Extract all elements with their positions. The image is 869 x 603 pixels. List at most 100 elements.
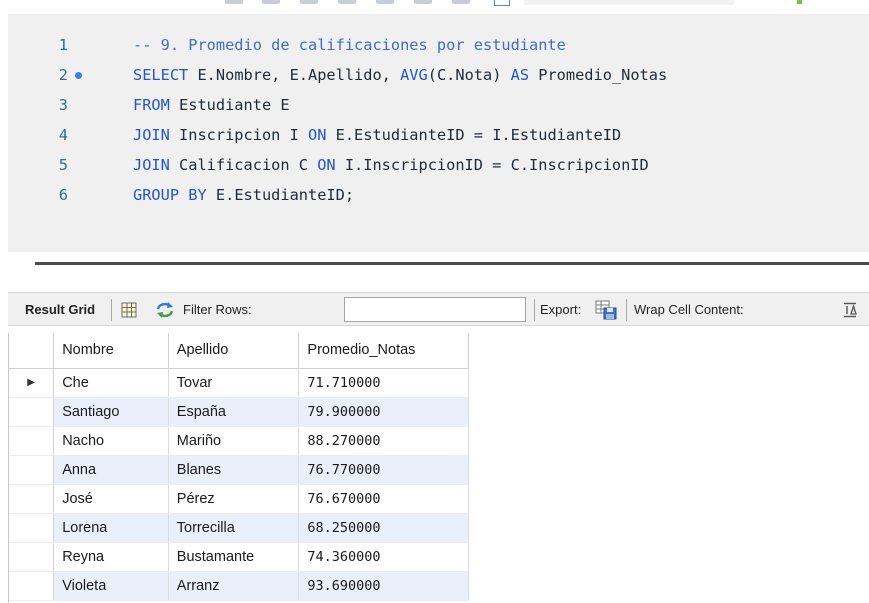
table-cell[interactable]: Pérez bbox=[168, 484, 300, 514]
code-text: SELECT E.Nombre, E.Apellido, AVG(C.Nota)… bbox=[133, 60, 667, 90]
table-cell[interactable]: Santiago bbox=[53, 397, 169, 427]
line-number: 2 bbox=[58, 66, 68, 84]
toolbar-button[interactable] bbox=[262, 0, 280, 4]
line-number: 4 bbox=[58, 126, 68, 144]
table-cell[interactable]: Reyna bbox=[53, 542, 169, 572]
result-grid-tab[interactable]: Result Grid bbox=[25, 293, 95, 327]
table-cell[interactable]: España bbox=[168, 397, 300, 427]
row-selector[interactable] bbox=[9, 397, 55, 427]
toolbar-status-icon bbox=[797, 0, 802, 4]
code-text: FROM Estudiante E bbox=[133, 90, 290, 120]
toolbar-button[interactable] bbox=[376, 0, 394, 4]
row-selector[interactable] bbox=[9, 571, 55, 601]
sql-comment: -- 9. Promedio de calificaciones por est… bbox=[133, 36, 566, 54]
row-selector-header[interactable] bbox=[9, 333, 55, 369]
toolbar-toggle[interactable] bbox=[494, 0, 510, 6]
table-cell[interactable]: Tovar bbox=[168, 368, 300, 398]
current-statement-marker-icon bbox=[75, 72, 82, 79]
table-row[interactable]: Anna Blanes 76.770000 bbox=[9, 455, 469, 485]
sql-keyword: GROUP BY bbox=[133, 186, 207, 204]
toolbar-button[interactable] bbox=[225, 0, 243, 4]
export-label: Export: bbox=[540, 302, 582, 317]
table-cell[interactable]: Che bbox=[53, 368, 169, 398]
sql-token: I.InscripcionID = C.InscripcionID bbox=[335, 156, 649, 174]
toolbar-separator bbox=[111, 299, 112, 321]
toolbar-button[interactable] bbox=[338, 0, 356, 4]
table-cell[interactable]: 68.250000 bbox=[298, 513, 469, 543]
sql-keyword: JOIN bbox=[133, 156, 170, 174]
top-toolbar-cutoff bbox=[0, 0, 869, 14]
row-selector[interactable] bbox=[9, 426, 55, 456]
table-cell[interactable]: Arranz bbox=[168, 571, 300, 601]
column-header[interactable]: Nombre bbox=[53, 333, 169, 369]
sql-keyword: FROM bbox=[133, 96, 170, 114]
pane-splitter[interactable] bbox=[35, 262, 869, 265]
code-line[interactable]: 1 -- 9. Promedio de calificaciones por es… bbox=[8, 30, 869, 60]
row-selector[interactable] bbox=[9, 455, 55, 485]
code-line[interactable]: 5 JOIN Calificacion C ON I.InscripcionID … bbox=[8, 150, 869, 180]
table-cell[interactable]: 74.360000 bbox=[298, 542, 469, 572]
table-cell[interactable]: Torrecilla bbox=[168, 513, 300, 543]
sql-token: E.Nombre, E.Apellido, bbox=[188, 66, 401, 84]
table-cell[interactable]: Anna bbox=[53, 455, 169, 485]
sql-keyword: AS bbox=[510, 66, 530, 84]
sql-keyword: SELECT bbox=[133, 66, 189, 84]
table-row[interactable]: Reyna Bustamante 74.360000 bbox=[9, 542, 469, 572]
table-cell[interactable]: Violeta bbox=[53, 571, 169, 601]
table-row[interactable]: ▶ Che Tovar 71.710000 bbox=[9, 368, 469, 398]
table-row[interactable]: Lorena Torrecilla 68.250000 bbox=[9, 513, 469, 543]
row-selector[interactable] bbox=[9, 484, 55, 514]
table-cell[interactable]: 76.670000 bbox=[298, 484, 469, 514]
toolbar-button[interactable] bbox=[452, 0, 470, 4]
table-cell[interactable]: Nacho bbox=[53, 426, 169, 456]
row-selector[interactable] bbox=[9, 513, 55, 543]
sql-editor[interactable]: 1 -- 9. Promedio de calificaciones por es… bbox=[8, 14, 869, 252]
toolbar-button[interactable] bbox=[300, 0, 318, 4]
export-icon[interactable] bbox=[595, 293, 617, 327]
table-row[interactable]: José Pérez 76.670000 bbox=[9, 484, 469, 514]
wrap-cell-content-icon[interactable] bbox=[843, 293, 857, 327]
code-text: JOIN Calificacion C ON I.InscripcionID =… bbox=[133, 150, 649, 180]
filter-rows-input[interactable] bbox=[344, 297, 526, 322]
column-header[interactable]: Apellido bbox=[168, 333, 300, 369]
table-row[interactable]: Nacho Mariño 88.270000 bbox=[9, 426, 469, 456]
table-cell[interactable]: Lorena bbox=[53, 513, 169, 543]
code-line[interactable]: 6 GROUP BY E.EstudianteID; bbox=[8, 180, 869, 210]
table-cell[interactable]: Mariño bbox=[168, 426, 300, 456]
sql-token: Inscripcion I bbox=[169, 126, 308, 144]
table-row[interactable]: Violeta Arranz 93.690000 bbox=[9, 571, 469, 601]
table-cell[interactable]: 71.710000 bbox=[298, 368, 469, 398]
code-text: -- 9. Promedio de calificaciones por est… bbox=[133, 30, 566, 60]
refresh-icon[interactable] bbox=[155, 293, 175, 327]
table-cell[interactable]: José bbox=[53, 484, 169, 514]
row-selector[interactable]: ▶ bbox=[9, 368, 55, 398]
table-cell[interactable]: 76.770000 bbox=[298, 455, 469, 485]
table-cell[interactable]: 93.690000 bbox=[298, 571, 469, 601]
sql-token: (C.Nota) bbox=[427, 66, 511, 84]
toolbar-separator bbox=[534, 299, 535, 321]
sql-token: E.EstudianteID; bbox=[206, 186, 355, 204]
table-cell[interactable]: Blanes bbox=[168, 455, 300, 485]
column-header[interactable]: Promedio_Notas bbox=[298, 333, 469, 369]
code-line[interactable]: 2 SELECT E.Nombre, E.Apellido, AVG(C.Nota… bbox=[8, 60, 869, 90]
line-number: 5 bbox=[58, 156, 68, 174]
grid-view-icon[interactable] bbox=[121, 293, 137, 327]
toolbar-button[interactable] bbox=[414, 0, 432, 4]
table-cell[interactable]: 88.270000 bbox=[298, 426, 469, 456]
sql-keyword: ON bbox=[317, 156, 336, 174]
toolbar-input[interactable] bbox=[524, 0, 734, 5]
row-selector[interactable] bbox=[9, 542, 55, 572]
toolbar-separator bbox=[626, 299, 627, 321]
code-line[interactable]: 4 JOIN Inscripcion I ON E.EstudianteID = … bbox=[8, 120, 869, 150]
grid-header-row: Nombre Apellido Promedio_Notas bbox=[9, 333, 469, 369]
result-toolbar: Result Grid Filter Rows: Export: Wrap Ce… bbox=[8, 292, 869, 326]
table-row[interactable]: Santiago España 79.900000 bbox=[9, 397, 469, 427]
sql-token: E.EstudianteID = I.EstudianteID bbox=[326, 126, 622, 144]
table-cell[interactable]: Bustamante bbox=[168, 542, 300, 572]
filter-rows-label: Filter Rows: bbox=[183, 302, 252, 317]
current-row-arrow-icon: ▶ bbox=[27, 377, 35, 388]
table-cell[interactable]: 79.900000 bbox=[298, 397, 469, 427]
code-line[interactable]: 3 FROM Estudiante E bbox=[8, 90, 869, 120]
code-text: JOIN Inscripcion I ON E.EstudianteID = I… bbox=[133, 120, 621, 150]
line-number: 1 bbox=[58, 36, 68, 54]
